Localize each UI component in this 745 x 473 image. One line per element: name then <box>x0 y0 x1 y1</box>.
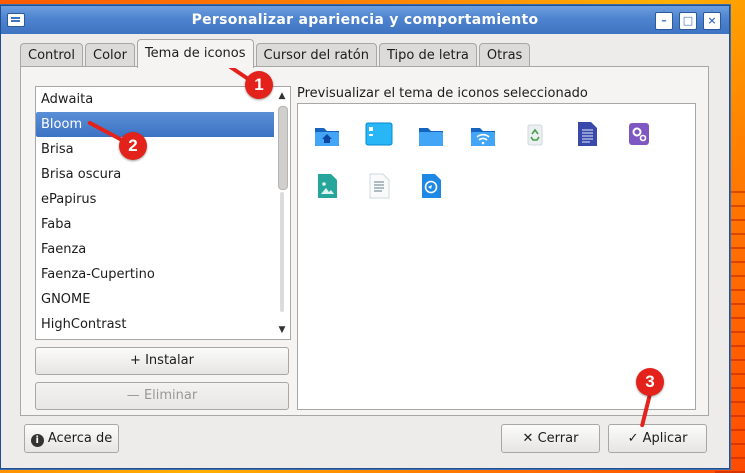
about-button[interactable]: i Acerca de <box>24 424 119 453</box>
apply-label: Aplicar <box>642 431 688 446</box>
minimize-icon[interactable]: – <box>655 12 673 30</box>
list-item-selected[interactable]: Bloom <box>36 112 288 137</box>
checkmark-icon: ✓ <box>627 431 639 446</box>
tab-mouse-cursor[interactable]: Cursor del ratón <box>255 43 377 67</box>
list-item[interactable]: Adwaita <box>36 87 272 112</box>
browser-icon <box>422 174 441 198</box>
scroll-thumb[interactable] <box>278 106 288 190</box>
title-bar[interactable]: Personalizar apariencia y comportamiento… <box>1 6 729 34</box>
list-item[interactable]: Faenza <box>36 237 272 262</box>
theme-list[interactable]: Adwaita Bloom Brisa Brisa oscura ePapiru… <box>35 86 291 340</box>
tab-font[interactable]: Tipo de letra <box>378 43 477 67</box>
scroll-down-icon[interactable]: ▼ <box>276 325 288 335</box>
preview-label: Previsualizar el tema de iconos seleccio… <box>297 86 588 101</box>
remove-button[interactable]: — Eliminar <box>35 382 289 410</box>
text-file-icon <box>369 173 390 199</box>
tab-other[interactable]: Otras <box>478 43 531 67</box>
remove-label: Eliminar <box>143 388 198 403</box>
list-item[interactable]: Faenza-Cupertino <box>36 262 272 287</box>
tab-bar: Control Color Tema de iconos Cursor del … <box>20 39 532 68</box>
list-item[interactable]: Faba <box>36 212 272 237</box>
list-item[interactable]: HighContrast <box>36 312 272 337</box>
list-scrollbar[interactable]: ▲ ▼ <box>274 87 290 339</box>
about-label: Acerca de <box>47 431 113 446</box>
computer-icon <box>365 122 393 146</box>
plus-icon: + <box>130 353 141 368</box>
list-item[interactable]: GNOME <box>36 287 272 312</box>
icon-preview-area <box>297 103 696 410</box>
icon-theme-panel: Adwaita Bloom Brisa Brisa oscura ePapiru… <box>20 66 709 416</box>
close-x-icon: ✕ <box>522 431 534 446</box>
info-icon: i <box>30 434 44 447</box>
trash-icon <box>527 124 543 146</box>
close-label: Cerrar <box>537 431 579 446</box>
tab-icon-theme[interactable]: Tema de iconos <box>136 39 254 68</box>
close-button[interactable]: ✕ Cerrar <box>501 424 600 453</box>
folder-icon <box>419 128 443 146</box>
apply-button[interactable]: ✓ Aplicar <box>608 424 707 453</box>
annotation-badge-1: 1 <box>245 71 273 99</box>
tab-control[interactable]: Control <box>20 43 83 67</box>
install-button[interactable]: + Instalar <box>35 347 289 375</box>
folder-home-icon <box>315 128 339 146</box>
scroll-up-icon[interactable]: ▲ <box>276 91 288 101</box>
text-document-icon <box>578 122 597 146</box>
list-item[interactable]: Brisa <box>36 137 272 162</box>
image-file-icon <box>318 174 337 198</box>
tab-color[interactable]: Color <box>85 43 135 67</box>
settings-app-icon <box>629 123 649 145</box>
scroll-groove <box>280 192 284 312</box>
list-item[interactable]: Brisa oscura <box>36 162 272 187</box>
list-item[interactable]: ePapirus <box>36 187 272 212</box>
maximize-icon[interactable]: □ <box>679 12 697 30</box>
install-label: Instalar <box>145 353 194 368</box>
window-title: Personalizar apariencia y comportamiento <box>191 12 539 28</box>
close-icon[interactable]: × <box>703 12 721 30</box>
minus-icon: — <box>126 388 140 403</box>
network-folder-icon <box>471 128 495 146</box>
annotation-badge-2: 2 <box>119 132 147 160</box>
dialog-window: Personalizar apariencia y comportamiento… <box>0 5 730 469</box>
annotation-badge-3: 3 <box>636 368 664 396</box>
